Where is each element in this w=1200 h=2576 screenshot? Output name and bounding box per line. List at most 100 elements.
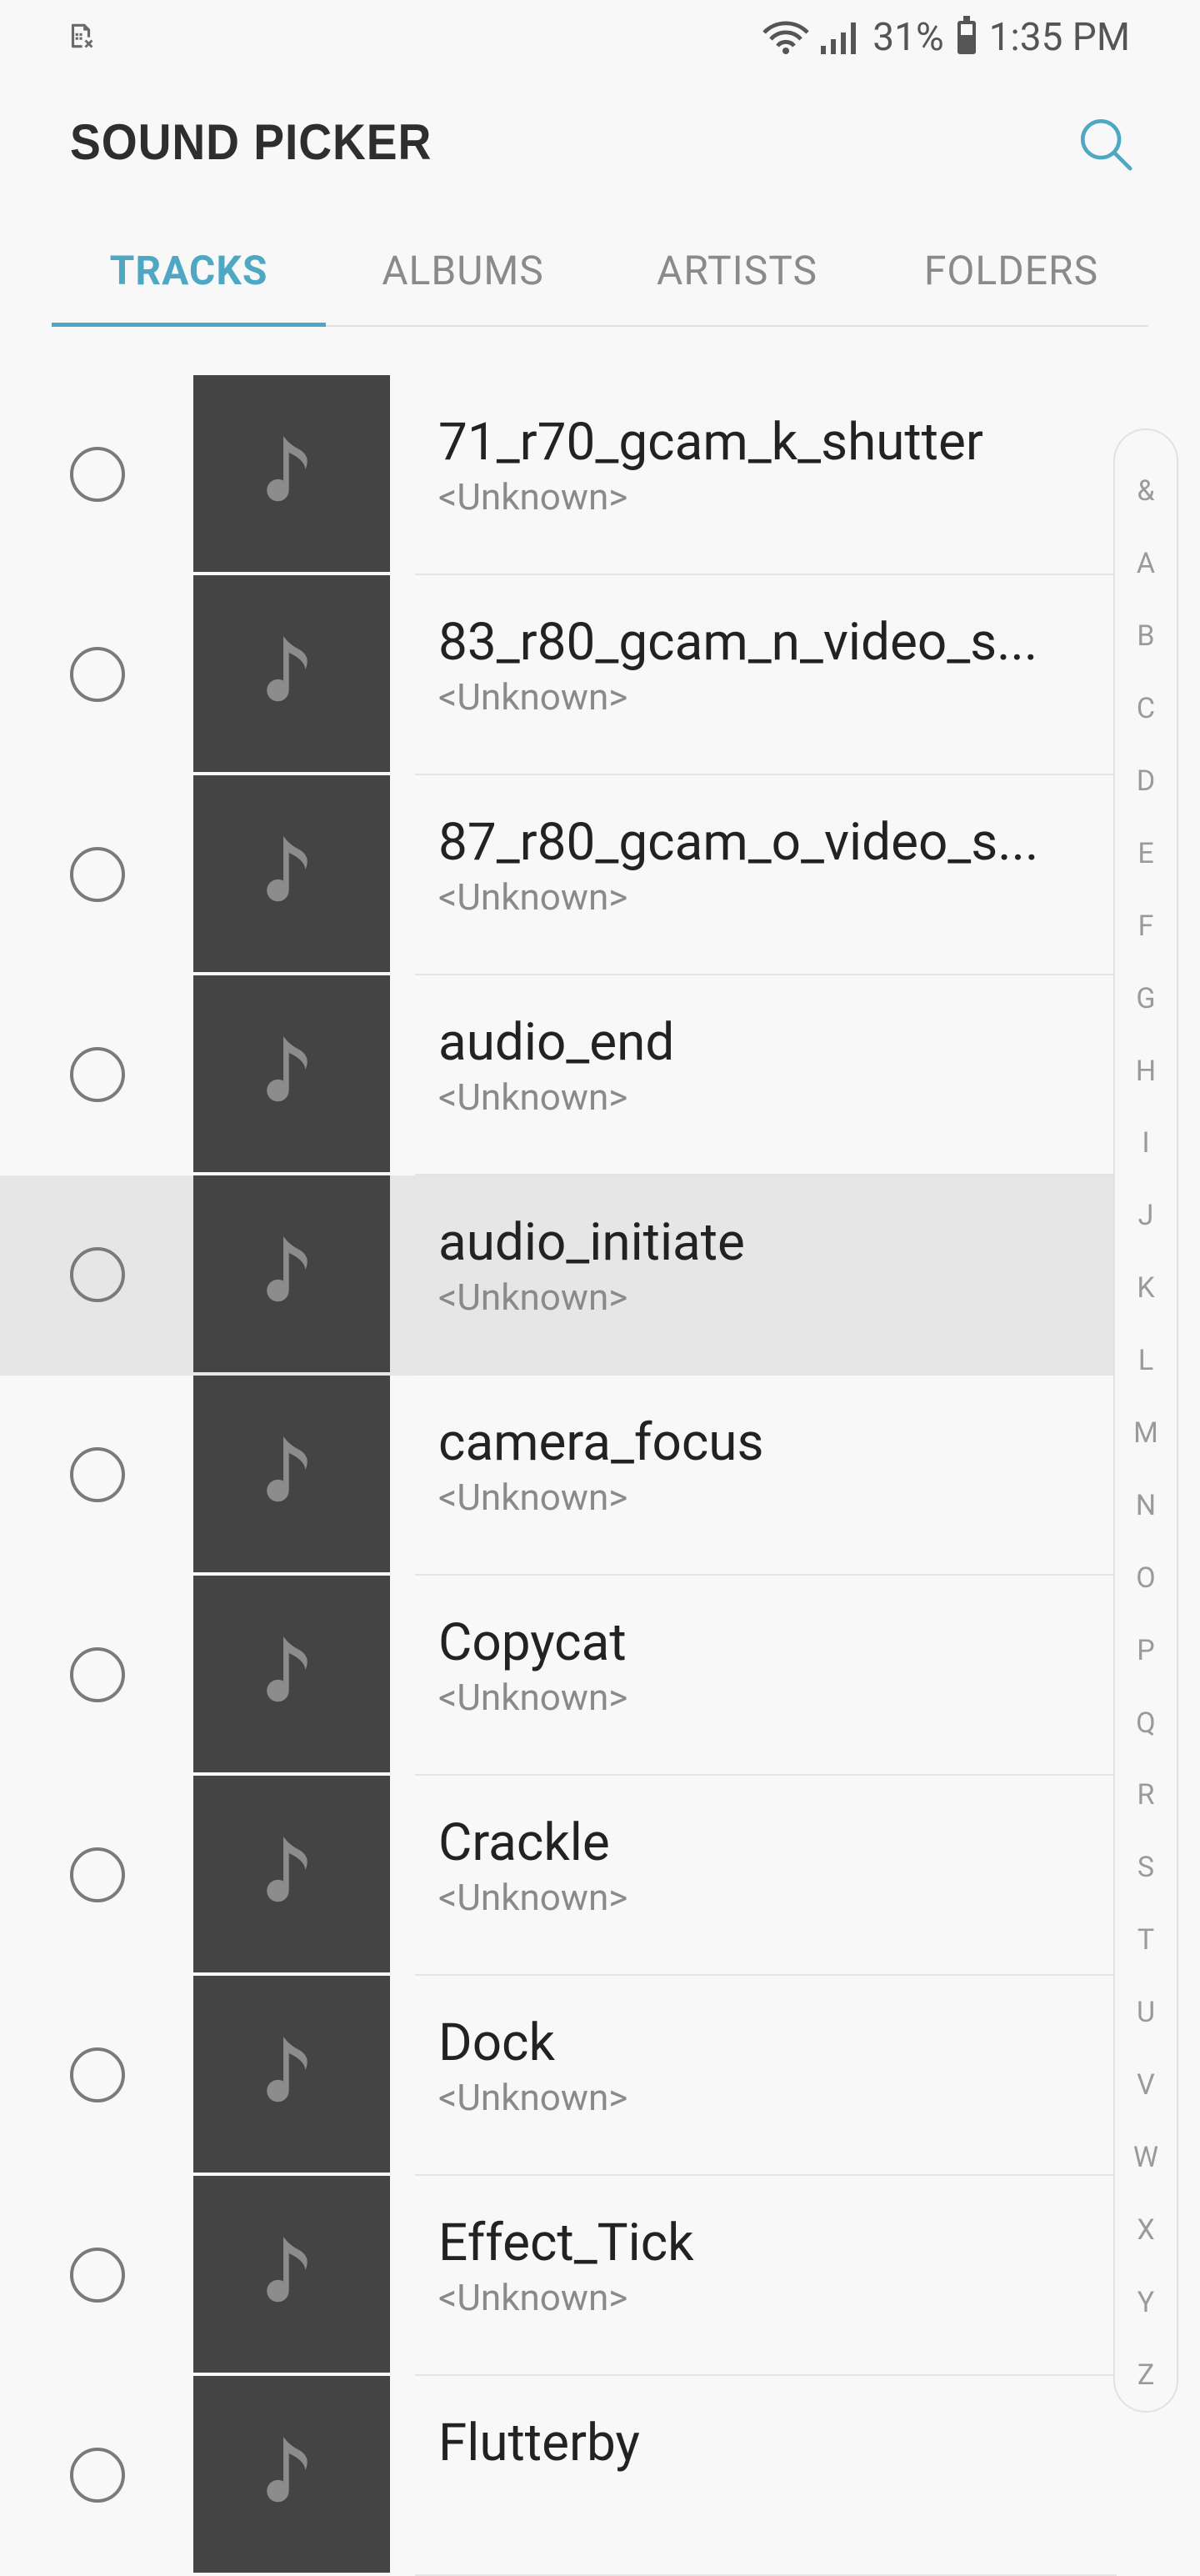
app-header: SOUND PICKER	[0, 73, 1200, 215]
track-row[interactable]: Copycat <Unknown>	[0, 1576, 1117, 1776]
track-text: camera_focus <Unknown>	[438, 1412, 1080, 1521]
index-letter[interactable]: P	[1137, 1614, 1154, 1686]
index-letter[interactable]: T	[1138, 1904, 1154, 1977]
music-note-icon	[262, 1236, 321, 1311]
index-letter[interactable]: G	[1136, 962, 1155, 1035]
index-letter[interactable]: N	[1136, 1469, 1156, 1541]
search-button[interactable]	[1068, 107, 1143, 182]
wifi-icon	[762, 21, 810, 54]
track-title: 71_r70_gcam_k_shutter	[438, 412, 983, 473]
track-row[interactable]: camera_focus <Unknown>	[0, 1376, 1117, 1576]
track-title: camera_focus	[438, 1412, 764, 1473]
index-letter[interactable]: J	[1138, 1180, 1154, 1252]
track-list: 71_r70_gcam_k_shutter <Unknown> 83_r80_gca…	[0, 375, 1117, 2576]
index-letter[interactable]: B	[1137, 600, 1154, 673]
music-note-icon	[262, 2437, 321, 2512]
index-letter[interactable]: Z	[1138, 2338, 1154, 2411]
track-select-radio[interactable]	[70, 2047, 125, 2102]
track-row[interactable]: 83_r80_gcam_n_video_s... <Unknown>	[0, 575, 1117, 775]
track-row[interactable]: Crackle <Unknown>	[0, 1776, 1117, 1976]
tab-tracks[interactable]: TRACKS	[52, 215, 326, 327]
track-select-radio[interactable]	[70, 1847, 125, 1902]
index-letter[interactable]: O	[1136, 1541, 1155, 1614]
track-text: audio_initiate <Unknown>	[438, 1212, 1080, 1321]
index-letter[interactable]: V	[1137, 2049, 1155, 2122]
track-row[interactable]: audio_initiate <Unknown>	[0, 1175, 1117, 1376]
tab-bar: TRACKS ALBUMS ARTISTS FOLDERS	[52, 215, 1148, 327]
track-artist: <Unknown>	[438, 1275, 628, 1319]
track-row[interactable]: Dock <Unknown>	[0, 1976, 1117, 2176]
index-letter[interactable]: L	[1138, 1325, 1153, 1397]
track-text: Dock <Unknown>	[438, 2012, 1080, 2121]
track-title: Dock	[438, 2012, 555, 2073]
track-title: audio_end	[438, 1012, 675, 1073]
track-text: Effect_Tick <Unknown>	[438, 2213, 1080, 2321]
track-artist: <Unknown>	[438, 1676, 628, 1719]
track-row[interactable]: Flutterby	[0, 2376, 1117, 2576]
track-select-radio[interactable]	[70, 1047, 125, 1102]
album-art-thumbnail	[193, 2376, 390, 2573]
track-select-radio[interactable]	[70, 1447, 125, 1502]
status-bar: 31% 1:35 PM	[0, 0, 1200, 73]
index-letter[interactable]: E	[1138, 817, 1153, 890]
track-title: 83_r80_gcam_n_video_s...	[438, 612, 1038, 673]
index-letter[interactable]: M	[1133, 1397, 1158, 1470]
track-row[interactable]: audio_end <Unknown>	[0, 975, 1117, 1175]
tab-folders[interactable]: FOLDERS	[874, 215, 1148, 325]
index-letter[interactable]: R	[1138, 1759, 1155, 1832]
index-letter[interactable]: &	[1137, 455, 1154, 528]
tab-albums[interactable]: ALBUMS	[326, 215, 600, 325]
music-note-icon	[262, 836, 321, 911]
music-note-icon	[262, 636, 321, 711]
track-select-radio[interactable]	[70, 1647, 125, 1702]
album-art-thumbnail	[193, 1576, 390, 1772]
track-artist: <Unknown>	[438, 875, 628, 919]
no-sim-icon	[71, 23, 93, 48]
music-note-icon	[262, 1036, 321, 1111]
index-letter[interactable]: C	[1137, 673, 1155, 745]
index-letter[interactable]: S	[1138, 1832, 1154, 1904]
music-note-icon	[262, 1636, 321, 1711]
album-art-thumbnail	[193, 1376, 390, 1572]
index-letter[interactable]: Q	[1136, 1686, 1155, 1759]
track-artist: <Unknown>	[438, 675, 628, 719]
index-letter[interactable]: F	[1138, 890, 1154, 962]
index-letter[interactable]: H	[1136, 1035, 1156, 1107]
index-letter[interactable]: X	[1137, 2193, 1154, 2266]
music-note-icon	[262, 1837, 321, 1912]
album-art-thumbnail	[193, 375, 390, 572]
index-letter[interactable]: I	[1142, 1107, 1149, 1180]
album-art-thumbnail	[193, 1175, 390, 1372]
music-note-icon	[262, 1436, 321, 1511]
index-letter[interactable]: U	[1137, 1977, 1155, 2049]
music-note-icon	[262, 2237, 321, 2312]
track-row[interactable]: 71_r70_gcam_k_shutter <Unknown>	[0, 375, 1117, 575]
track-artist: <Unknown>	[438, 2076, 628, 2119]
track-select-radio[interactable]	[70, 447, 125, 502]
track-select-radio[interactable]	[70, 2448, 125, 2503]
track-select-radio[interactable]	[70, 1247, 125, 1302]
track-select-radio[interactable]	[70, 2248, 125, 2303]
album-art-thumbnail	[193, 575, 390, 772]
track-artist: <Unknown>	[438, 2276, 628, 2319]
track-select-radio[interactable]	[70, 847, 125, 902]
track-artist: <Unknown>	[438, 1075, 628, 1119]
index-letter[interactable]: A	[1137, 528, 1155, 600]
index-letter[interactable]: Y	[1138, 2266, 1154, 2338]
index-letter[interactable]: D	[1137, 745, 1155, 818]
music-note-icon	[262, 2037, 321, 2112]
album-art-thumbnail	[193, 775, 390, 972]
music-note-icon	[262, 436, 321, 511]
status-right: 31% 1:35 PM	[762, 8, 1130, 67]
track-select-radio[interactable]	[70, 647, 125, 702]
track-text: 71_r70_gcam_k_shutter <Unknown>	[438, 412, 1080, 520]
track-text: 83_r80_gcam_n_video_s... <Unknown>	[438, 612, 1080, 720]
tab-artists[interactable]: ARTISTS	[600, 215, 874, 325]
album-art-thumbnail	[193, 1976, 390, 2173]
track-title: Crackle	[438, 1812, 610, 1873]
alphabet-index-scroller[interactable]: & A B C D E F G H I J K L M N O P Q R S T U V W X Y Z	[1113, 428, 1178, 2413]
track-row[interactable]: 87_r80_gcam_o_video_s... <Unknown>	[0, 775, 1117, 975]
index-letter[interactable]: K	[1137, 1252, 1154, 1325]
track-row[interactable]: Effect_Tick <Unknown>	[0, 2176, 1117, 2376]
index-letter[interactable]: W	[1133, 2121, 1158, 2193]
